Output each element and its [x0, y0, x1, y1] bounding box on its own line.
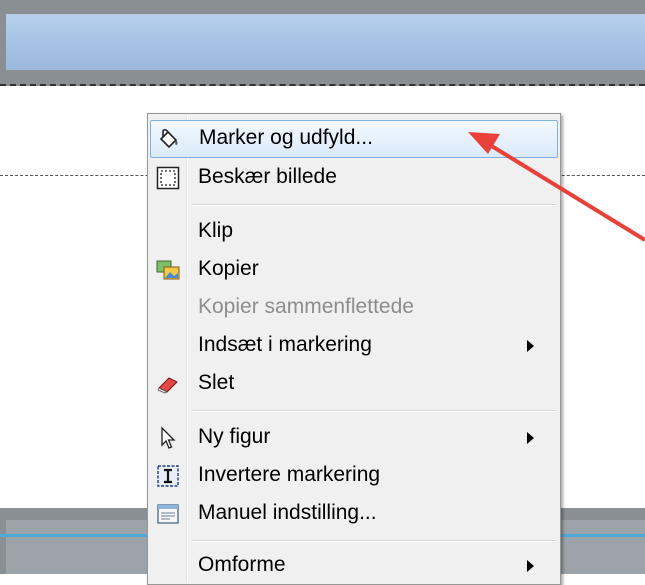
menu-item-new-shape[interactable]: Ny figur: [150, 420, 556, 456]
menu-item-label: Kopier sammenflettede: [198, 295, 414, 318]
menu-item-delete[interactable]: Slet: [150, 366, 556, 402]
menu-item-label: Marker og udfyld...: [199, 126, 373, 149]
eraser-icon: [157, 377, 178, 394]
menu-item-label: Kopier: [198, 257, 259, 280]
submenu-arrow-icon: [527, 340, 534, 352]
menu-item-crop-image[interactable]: Beskær billede: [150, 160, 556, 196]
submenu-arrow-icon: [527, 560, 534, 572]
menu-separator: [192, 204, 556, 206]
menu-item-manual-setting[interactable]: Manuel indstilling...: [150, 496, 556, 532]
menu-item-mark-and-fill[interactable]: Marker og udfyld...: [150, 120, 558, 158]
canvas-selection-border: [0, 84, 645, 86]
menu-separator: [192, 410, 556, 412]
cursor-arrow-icon: [161, 426, 176, 449]
menu-item-invert-selection[interactable]: Invertere markering: [150, 458, 556, 494]
app-top-area: [0, 0, 645, 86]
submenu-arrow-icon: [527, 432, 534, 444]
menu-separator: [192, 540, 556, 542]
menu-item-label: Invertere markering: [198, 463, 381, 486]
title-bar: [6, 14, 645, 70]
menu-item-cut[interactable]: Klip: [150, 214, 556, 250]
menu-item-copy-merged: Kopier sammenflettede: [150, 290, 556, 326]
menu-item-label: Omforme: [198, 553, 286, 576]
copy-images-icon: [156, 260, 180, 280]
menu-item-label: Ny figur: [198, 425, 271, 448]
invert-selection-icon: [157, 465, 179, 487]
window-settings-icon: [157, 504, 179, 524]
menu-item-label: Klip: [198, 219, 234, 242]
menu-item-label: Manuel indstilling...: [198, 501, 377, 524]
menu-item-paste-into-selection[interactable]: Indsæt i markering: [150, 328, 556, 364]
menu-item-label: Slet: [198, 371, 235, 394]
menu-item-label: Beskær billede: [198, 165, 337, 188]
context-menu: Marker og udfyld... Beskær billede Klip …: [147, 113, 561, 585]
menu-item-copy[interactable]: Kopier: [150, 252, 556, 288]
crop-icon: [156, 166, 180, 190]
menu-item-label: Indsæt i markering: [198, 333, 372, 356]
paint-bucket-icon: [159, 128, 178, 149]
menu-item-transform[interactable]: Omforme: [150, 548, 556, 584]
